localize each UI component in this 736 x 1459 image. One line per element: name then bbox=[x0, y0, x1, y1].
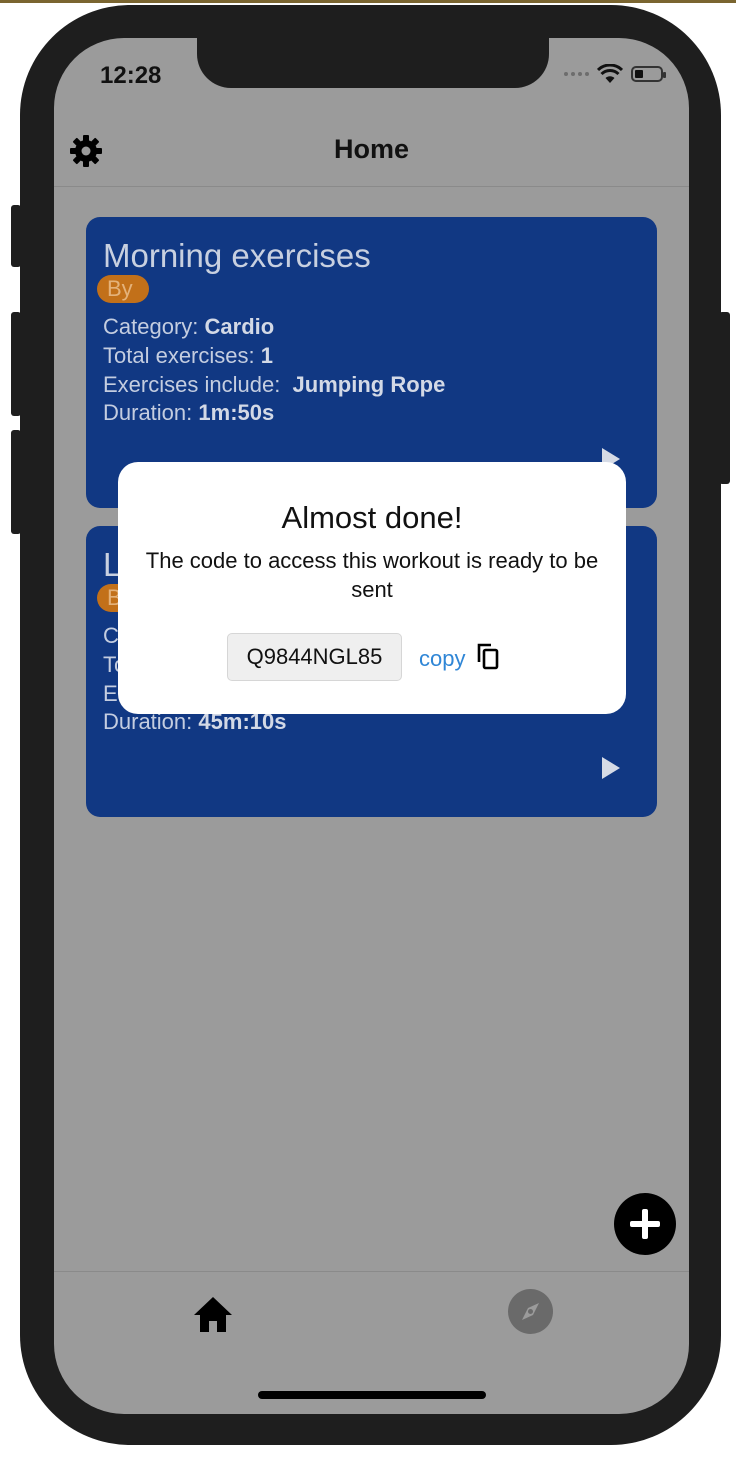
app-header: Home bbox=[54, 110, 689, 187]
compass-icon[interactable] bbox=[508, 1289, 553, 1334]
exercises-include-line: E bbox=[103, 681, 118, 706]
wifi-icon bbox=[597, 64, 623, 83]
exercises-include-line: Exercises include: Jumping Rope bbox=[103, 372, 446, 397]
access-code-field[interactable]: Q9844NGL85 bbox=[227, 633, 402, 681]
signal-icon bbox=[564, 72, 589, 76]
home-indicator bbox=[258, 1391, 486, 1399]
category-line: C bbox=[103, 623, 119, 648]
share-code-dialog: Almost done! The code to access this wor… bbox=[118, 462, 626, 714]
author-badge: By bbox=[97, 275, 149, 303]
top-border bbox=[0, 0, 736, 3]
status-icons bbox=[564, 64, 666, 84]
volume-down-button bbox=[11, 430, 21, 534]
home-icon[interactable] bbox=[192, 1294, 234, 1336]
status-time: 12:28 bbox=[100, 62, 162, 89]
mute-switch bbox=[11, 205, 21, 267]
category-line: Category: Cardio bbox=[103, 314, 275, 339]
app-screen: 12:28 Home Morning exercises By Category… bbox=[54, 38, 689, 1414]
volume-up-button bbox=[11, 312, 21, 416]
power-button bbox=[719, 312, 730, 484]
copy-icon[interactable] bbox=[476, 642, 500, 670]
battery-icon bbox=[631, 66, 666, 82]
notch bbox=[197, 38, 549, 88]
add-workout-button[interactable] bbox=[614, 1193, 676, 1255]
play-icon[interactable] bbox=[602, 757, 620, 779]
workout-title: Morning exercises bbox=[103, 237, 371, 274]
copy-link[interactable]: copy bbox=[419, 646, 465, 672]
dialog-message: The code to access this workout is ready… bbox=[145, 548, 599, 602]
page-title: Home bbox=[333, 134, 409, 164]
total-exercises-line: Total exercises: 1 bbox=[103, 343, 273, 368]
duration-line: Duration: 1m:50s bbox=[103, 400, 275, 425]
dialog-title: Almost done! bbox=[281, 500, 463, 535]
